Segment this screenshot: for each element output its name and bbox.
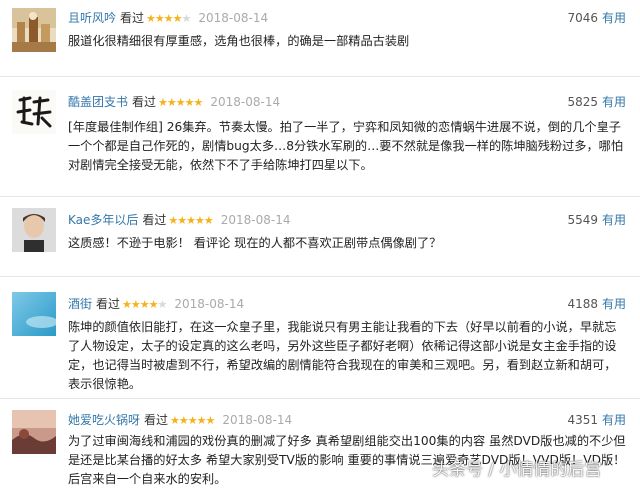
username-link[interactable]: 她爱吃火锅呀 <box>68 413 140 427</box>
review-meta: 酒街 看过 ★★★★★ 2018-08-14 <box>68 296 244 313</box>
username-link[interactable]: 酷盖团支书 <box>68 95 128 109</box>
watched-label: 看过 <box>144 413 169 427</box>
divider <box>0 398 640 399</box>
review-date: 2018-08-14 <box>220 213 291 227</box>
review-date: 2018-08-14 <box>222 413 293 427</box>
rating-stars: ★★★★★ <box>158 96 203 109</box>
vote-count: 4188 <box>567 297 598 311</box>
vote-area: 7046 有用 <box>567 10 626 26</box>
vote-count: 5549 <box>567 213 598 227</box>
review-content: 陈坤的颜值依旧能打，在这一众皇子里，我能说只有男主能让我看的下去（好早以前看的小… <box>68 320 617 391</box>
watched-label: 看过 <box>96 297 121 311</box>
review-content: 服道化很精细很有厚重感，选角也很棒，的确是一部精品古装剧 <box>68 34 410 48</box>
username-link[interactable]: Kae多年以后 <box>68 213 138 227</box>
review-meta: 酷盖团支书 看过 ★★★★★ 2018-08-14 <box>68 94 280 111</box>
review-date: 2018-08-14 <box>174 297 245 311</box>
username-link[interactable]: 且听风吟 <box>68 11 116 25</box>
vote-count: 4351 <box>567 413 598 427</box>
rating-stars: ★★★★★ <box>122 298 167 311</box>
useful-button[interactable]: 有用 <box>602 297 626 311</box>
rating-stars: ★★★★★ <box>146 12 191 25</box>
review-meta: 她爱吃火锅呀 看过 ★★★★★ 2018-08-14 <box>68 412 292 429</box>
useful-button[interactable]: 有用 <box>602 413 626 427</box>
avatar[interactable] <box>12 292 56 336</box>
divider <box>0 276 640 277</box>
vote-area: 4188 有用 <box>567 296 626 312</box>
review-content: [年度最佳制作组] 26集弃。节奏太慢。拍了一半了，宁弈和凤知微的恋情蜗牛进展不… <box>68 120 624 172</box>
review-date: 2018-08-14 <box>198 11 269 25</box>
vote-area: 5549 有用 <box>567 212 626 228</box>
watermark: 头条号 / 小情情的后宫 <box>432 460 602 480</box>
watched-label: 看过 <box>120 11 145 25</box>
vote-area: 4351 有用 <box>567 412 626 428</box>
review-meta: 且听风吟 看过 ★★★★★ 2018-08-14 <box>68 10 268 27</box>
review-meta: Kae多年以后 看过 ★★★★★ 2018-08-14 <box>68 212 290 229</box>
useful-button[interactable]: 有用 <box>602 11 626 25</box>
vote-count: 5825 <box>567 95 598 109</box>
useful-button[interactable]: 有用 <box>602 213 626 227</box>
watched-label: 看过 <box>132 95 157 109</box>
useful-button[interactable]: 有用 <box>602 95 626 109</box>
watched-label: 看过 <box>142 213 167 227</box>
rating-stars: ★★★★★ <box>170 414 215 427</box>
vote-area: 5825 有用 <box>567 94 626 110</box>
divider <box>0 76 640 77</box>
username-link[interactable]: 酒街 <box>68 297 92 311</box>
avatar[interactable] <box>12 8 56 52</box>
review-date: 2018-08-14 <box>210 95 281 109</box>
vote-count: 7046 <box>567 11 598 25</box>
avatar[interactable] <box>12 410 56 454</box>
avatar[interactable] <box>12 90 56 134</box>
review-content: 这质感！不逊于电影！ 看评论 现在的人都不喜欢正剧带点偶像剧了？ <box>68 236 442 250</box>
rating-stars: ★★★★★ <box>168 214 213 227</box>
avatar[interactable] <box>12 208 56 252</box>
divider <box>0 196 640 197</box>
